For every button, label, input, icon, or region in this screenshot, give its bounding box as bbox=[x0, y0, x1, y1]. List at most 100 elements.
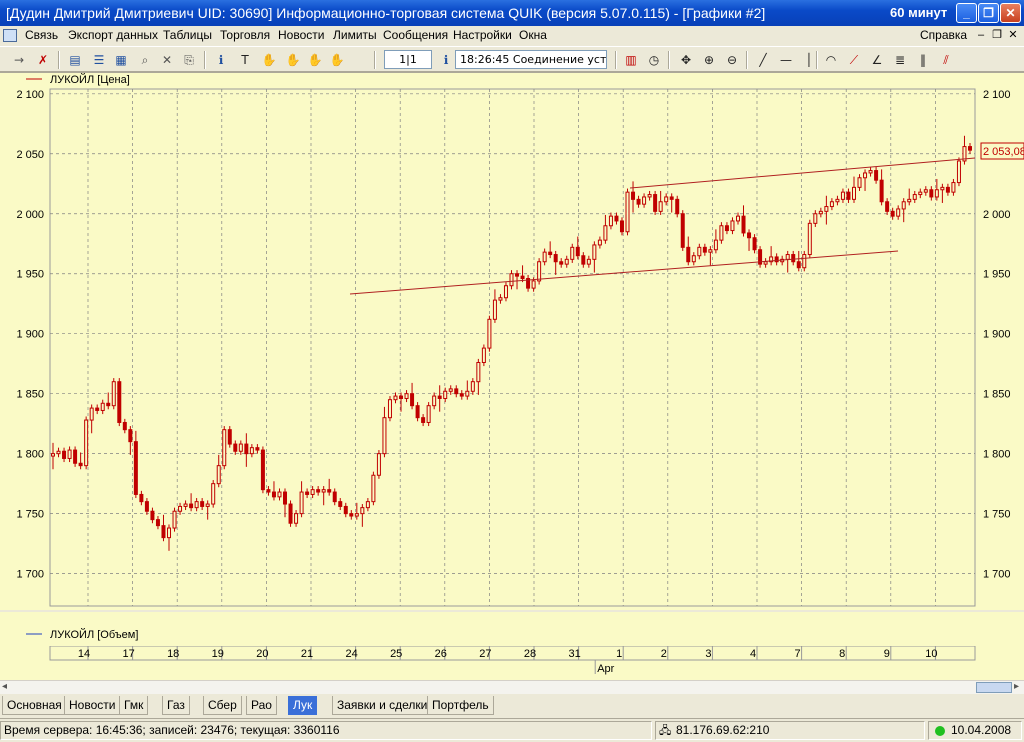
cancel-order-icon[interactable]: ✗ bbox=[34, 51, 52, 69]
candle[interactable] bbox=[260, 446, 265, 494]
candle[interactable] bbox=[288, 500, 293, 527]
candle[interactable] bbox=[885, 198, 890, 215]
candle[interactable] bbox=[205, 500, 210, 520]
tab-portfolio[interactable]: Портфель bbox=[427, 696, 494, 715]
candle[interactable] bbox=[763, 258, 768, 268]
candle[interactable] bbox=[503, 282, 508, 302]
connection-info-icon[interactable]: ℹ bbox=[437, 51, 455, 69]
candle[interactable] bbox=[791, 250, 796, 266]
candle[interactable] bbox=[299, 481, 304, 518]
candle[interactable] bbox=[448, 385, 453, 395]
candle[interactable] bbox=[747, 229, 752, 251]
candle[interactable] bbox=[465, 380, 470, 400]
candle[interactable] bbox=[713, 229, 718, 254]
candle[interactable] bbox=[697, 243, 702, 260]
candle[interactable] bbox=[404, 390, 409, 403]
candle[interactable] bbox=[614, 212, 619, 225]
candle[interactable] bbox=[266, 486, 271, 496]
candle[interactable] bbox=[940, 183, 945, 203]
candle[interactable] bbox=[907, 188, 912, 206]
scroll-thumb[interactable] bbox=[976, 682, 1012, 693]
candle[interactable] bbox=[548, 241, 553, 259]
line-tool-icon[interactable]: ╱ bbox=[754, 51, 772, 69]
tab-osnovnaya[interactable]: Основная bbox=[2, 696, 67, 715]
candle[interactable] bbox=[802, 250, 807, 272]
candle[interactable] bbox=[360, 504, 365, 527]
candle[interactable] bbox=[625, 188, 630, 236]
price-chart[interactable]: ЛУКОЙЛ [Цена] 1 7001 7501 8001 8501 9001… bbox=[0, 73, 1024, 611]
candle[interactable] bbox=[752, 234, 757, 254]
candle[interactable] bbox=[702, 243, 707, 256]
list-icon[interactable]: ☰ bbox=[90, 51, 108, 69]
candle[interactable] bbox=[139, 490, 144, 506]
candle[interactable] bbox=[410, 382, 415, 410]
candle[interactable] bbox=[785, 250, 790, 273]
arrow-right-icon[interactable]: → bbox=[10, 51, 28, 69]
candle[interactable] bbox=[520, 265, 525, 283]
lower-channel-line[interactable] bbox=[349, 250, 899, 295]
candle[interactable] bbox=[106, 392, 111, 410]
upper-channel-line[interactable] bbox=[629, 157, 976, 189]
candle[interactable] bbox=[664, 193, 669, 206]
candle[interactable] bbox=[470, 378, 475, 395]
candle[interactable] bbox=[492, 289, 497, 323]
scroll-right-icon[interactable]: ▸ bbox=[1014, 681, 1019, 692]
candle[interactable] bbox=[144, 498, 149, 515]
minimize-button[interactable]: _ bbox=[956, 3, 977, 23]
candle[interactable] bbox=[829, 198, 834, 211]
candle[interactable] bbox=[111, 378, 116, 410]
candle[interactable] bbox=[929, 186, 934, 201]
candle[interactable] bbox=[255, 444, 260, 454]
mdi-minimize-button[interactable]: – bbox=[974, 28, 988, 42]
tab-luk[interactable]: Лук bbox=[288, 696, 318, 715]
candle[interactable] bbox=[730, 217, 735, 235]
menu-trade[interactable]: Торговля bbox=[220, 28, 270, 42]
hand-stop-icon[interactable]: ✋ bbox=[328, 51, 346, 69]
candle[interactable] bbox=[233, 440, 238, 455]
candle[interactable] bbox=[890, 207, 895, 220]
menu-windows[interactable]: Окна bbox=[519, 28, 547, 42]
tab-news[interactable]: Новости bbox=[64, 696, 121, 715]
candle[interactable] bbox=[327, 478, 332, 496]
candle[interactable] bbox=[172, 507, 177, 532]
candle[interactable] bbox=[294, 510, 299, 527]
candle[interactable] bbox=[133, 430, 138, 499]
price-legend[interactable]: ЛУКОЙЛ [Цена] bbox=[50, 73, 130, 86]
candle[interactable] bbox=[216, 454, 221, 488]
candle[interactable] bbox=[631, 181, 636, 213]
text-tool-icon[interactable]: T bbox=[236, 51, 254, 69]
candle[interactable] bbox=[542, 248, 547, 266]
menu-tables[interactable]: Таблицы bbox=[163, 28, 212, 42]
time-zones-icon[interactable]: ‖ bbox=[914, 51, 932, 69]
candle[interactable] bbox=[509, 270, 514, 290]
candle[interactable] bbox=[968, 142, 972, 154]
info-icon[interactable]: ℹ bbox=[212, 51, 230, 69]
candle[interactable] bbox=[283, 488, 288, 518]
candle[interactable] bbox=[658, 190, 663, 215]
horizontal-scrollbar[interactable]: ◂ ▸ bbox=[0, 680, 1024, 694]
candle[interactable] bbox=[769, 246, 774, 266]
candle[interactable] bbox=[642, 193, 647, 208]
menu-help[interactable]: Справка bbox=[920, 28, 967, 42]
menu-settings[interactable]: Настройки bbox=[453, 28, 512, 42]
candle[interactable] bbox=[515, 270, 520, 290]
candle[interactable] bbox=[62, 447, 67, 463]
candle[interactable] bbox=[647, 190, 652, 201]
candle[interactable] bbox=[846, 188, 851, 203]
candle[interactable] bbox=[122, 418, 127, 434]
candle[interactable] bbox=[382, 406, 387, 458]
tab-orders[interactable]: Заявки и сделки bbox=[332, 696, 433, 715]
candle[interactable] bbox=[818, 207, 823, 218]
candle[interactable] bbox=[669, 193, 674, 213]
close-button[interactable]: ✕ bbox=[1000, 3, 1021, 23]
candle[interactable] bbox=[863, 169, 868, 191]
candle[interactable] bbox=[222, 426, 227, 470]
candle[interactable] bbox=[316, 486, 321, 496]
candle[interactable] bbox=[167, 524, 172, 551]
candle[interactable] bbox=[321, 486, 326, 506]
zoom-in-icon[interactable]: ⊕ bbox=[700, 51, 718, 69]
candle[interactable] bbox=[824, 195, 829, 225]
move-icon[interactable]: ✥ bbox=[677, 51, 695, 69]
candle[interactable] bbox=[393, 392, 398, 404]
candle[interactable] bbox=[592, 241, 597, 273]
